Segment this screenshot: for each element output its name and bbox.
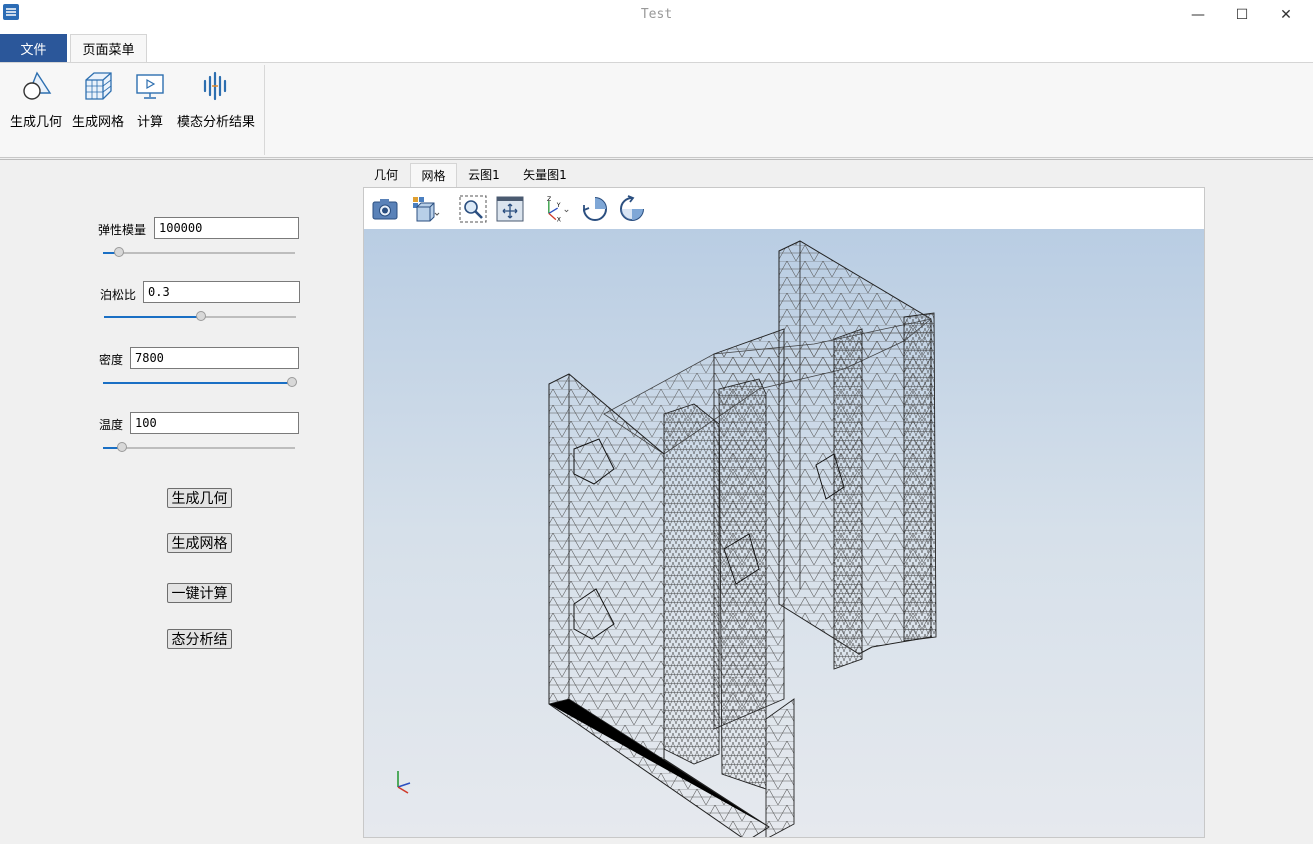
menu-tabs: 文件 页面菜单 xyxy=(0,32,1313,62)
temperature-label: 温度 xyxy=(99,418,124,432)
density-slider[interactable] xyxy=(103,377,297,389)
density-label: 密度 xyxy=(99,353,124,367)
display-mode-cube-icon[interactable] xyxy=(410,194,440,224)
poisson-ratio-label: 泊松比 xyxy=(100,288,137,302)
tab-vector[interactable]: 矢量图1 xyxy=(513,163,577,187)
ribbon: 生成几何 生成网格 计算 模态分析结果 xyxy=(0,62,1313,158)
compute-monitor-icon xyxy=(136,74,164,99)
gen-mesh-button[interactable]: 生成网格 xyxy=(167,533,232,553)
elastic-modulus-slider[interactable] xyxy=(103,247,295,259)
tab-file[interactable]: 文件 xyxy=(0,34,67,62)
density-input[interactable]: 7800 xyxy=(130,347,299,369)
mesh-viewer: Z Y X xyxy=(363,187,1205,838)
rotate-cw-icon[interactable] xyxy=(580,194,610,224)
axis-z-label: Z xyxy=(547,196,551,203)
axis-triad-icon xyxy=(397,771,411,794)
temperature-input[interactable]: 100 xyxy=(130,412,299,434)
axis-x-label: X xyxy=(557,216,562,223)
modal-analysis-button[interactable]: 态分析结 xyxy=(167,629,232,649)
tab-mesh[interactable]: 网格 xyxy=(410,163,457,187)
ribbon-compute[interactable]: 计算 xyxy=(133,69,167,130)
mesh-model xyxy=(548,240,937,837)
minimize-button[interactable]: — xyxy=(1176,0,1220,30)
zoom-box-icon[interactable] xyxy=(458,194,488,224)
fit-view-icon[interactable] xyxy=(495,194,525,224)
close-button[interactable]: ✕ xyxy=(1264,0,1308,30)
ribbon-label: 模态分析结果 xyxy=(176,115,255,130)
content-divider xyxy=(0,159,1313,160)
tab-contour[interactable]: 云图1 xyxy=(459,163,509,187)
gen-geometry-button[interactable]: 生成几何 xyxy=(167,488,232,508)
compute-button[interactable]: 一键计算 xyxy=(167,583,232,603)
ribbon-gen-geometry[interactable]: 生成几何 xyxy=(8,69,64,130)
ribbon-label: 计算 xyxy=(136,115,163,130)
geometry-icon xyxy=(23,71,52,100)
axis-orientation-icon[interactable]: Z Y X xyxy=(540,194,570,224)
window-title: Test xyxy=(640,7,673,22)
axis-y-label: Y xyxy=(556,202,561,209)
ribbon-label: 生成几何 xyxy=(9,115,62,130)
tab-page-menu[interactable]: 页面菜单 xyxy=(70,34,147,62)
ribbon-gen-mesh[interactable]: 生成网格 xyxy=(70,69,126,130)
ribbon-separator xyxy=(264,65,265,155)
mesh-cube-icon xyxy=(85,72,112,100)
viewer-toolbar: Z Y X xyxy=(364,188,1204,229)
elastic-modulus-input[interactable]: 100000 xyxy=(154,217,299,239)
temperature-slider[interactable] xyxy=(103,442,295,454)
modal-wave-icon xyxy=(203,71,227,101)
rotate-ccw-icon[interactable] xyxy=(617,194,647,224)
maximize-button[interactable]: ☐ xyxy=(1220,0,1264,30)
ribbon-label: 生成网格 xyxy=(71,115,124,130)
poisson-ratio-slider[interactable] xyxy=(104,311,296,323)
poisson-ratio-input[interactable]: 0.3 xyxy=(143,281,300,303)
tab-geometry[interactable]: 几何 xyxy=(363,163,409,187)
render-scene[interactable] xyxy=(364,229,1204,837)
ribbon-modal-results[interactable]: 模态分析结果 xyxy=(174,69,258,130)
elastic-modulus-label: 弹性模量 xyxy=(98,223,147,237)
camera-icon[interactable] xyxy=(370,194,400,224)
title-bar: Test — ☐ ✕ xyxy=(0,0,1313,32)
